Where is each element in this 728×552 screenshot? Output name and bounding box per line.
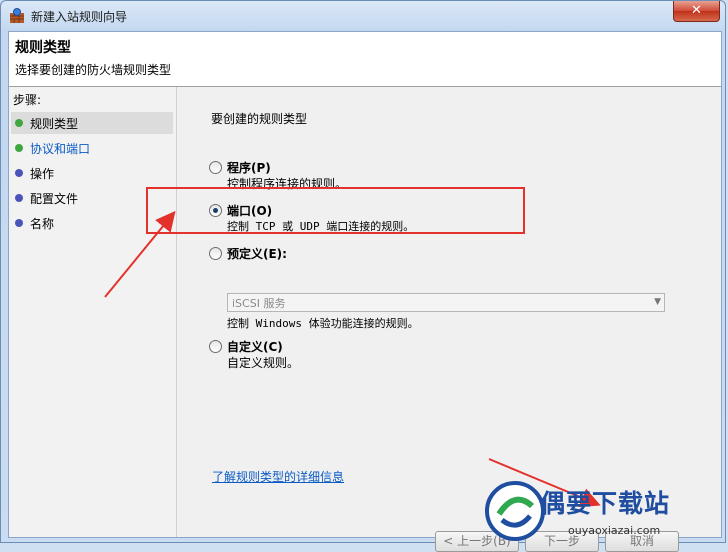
watermark-logo-icon (485, 481, 545, 541)
annotation-arrows (104, 210, 601, 508)
watermark-url: ouyaoxiazai.com (568, 524, 661, 537)
watermark-text: 偶要下载站 (540, 489, 671, 518)
watermark: 偶要下载站 ouyaoxiazai.com (484, 480, 728, 545)
annotation-arrow-port (104, 210, 176, 298)
